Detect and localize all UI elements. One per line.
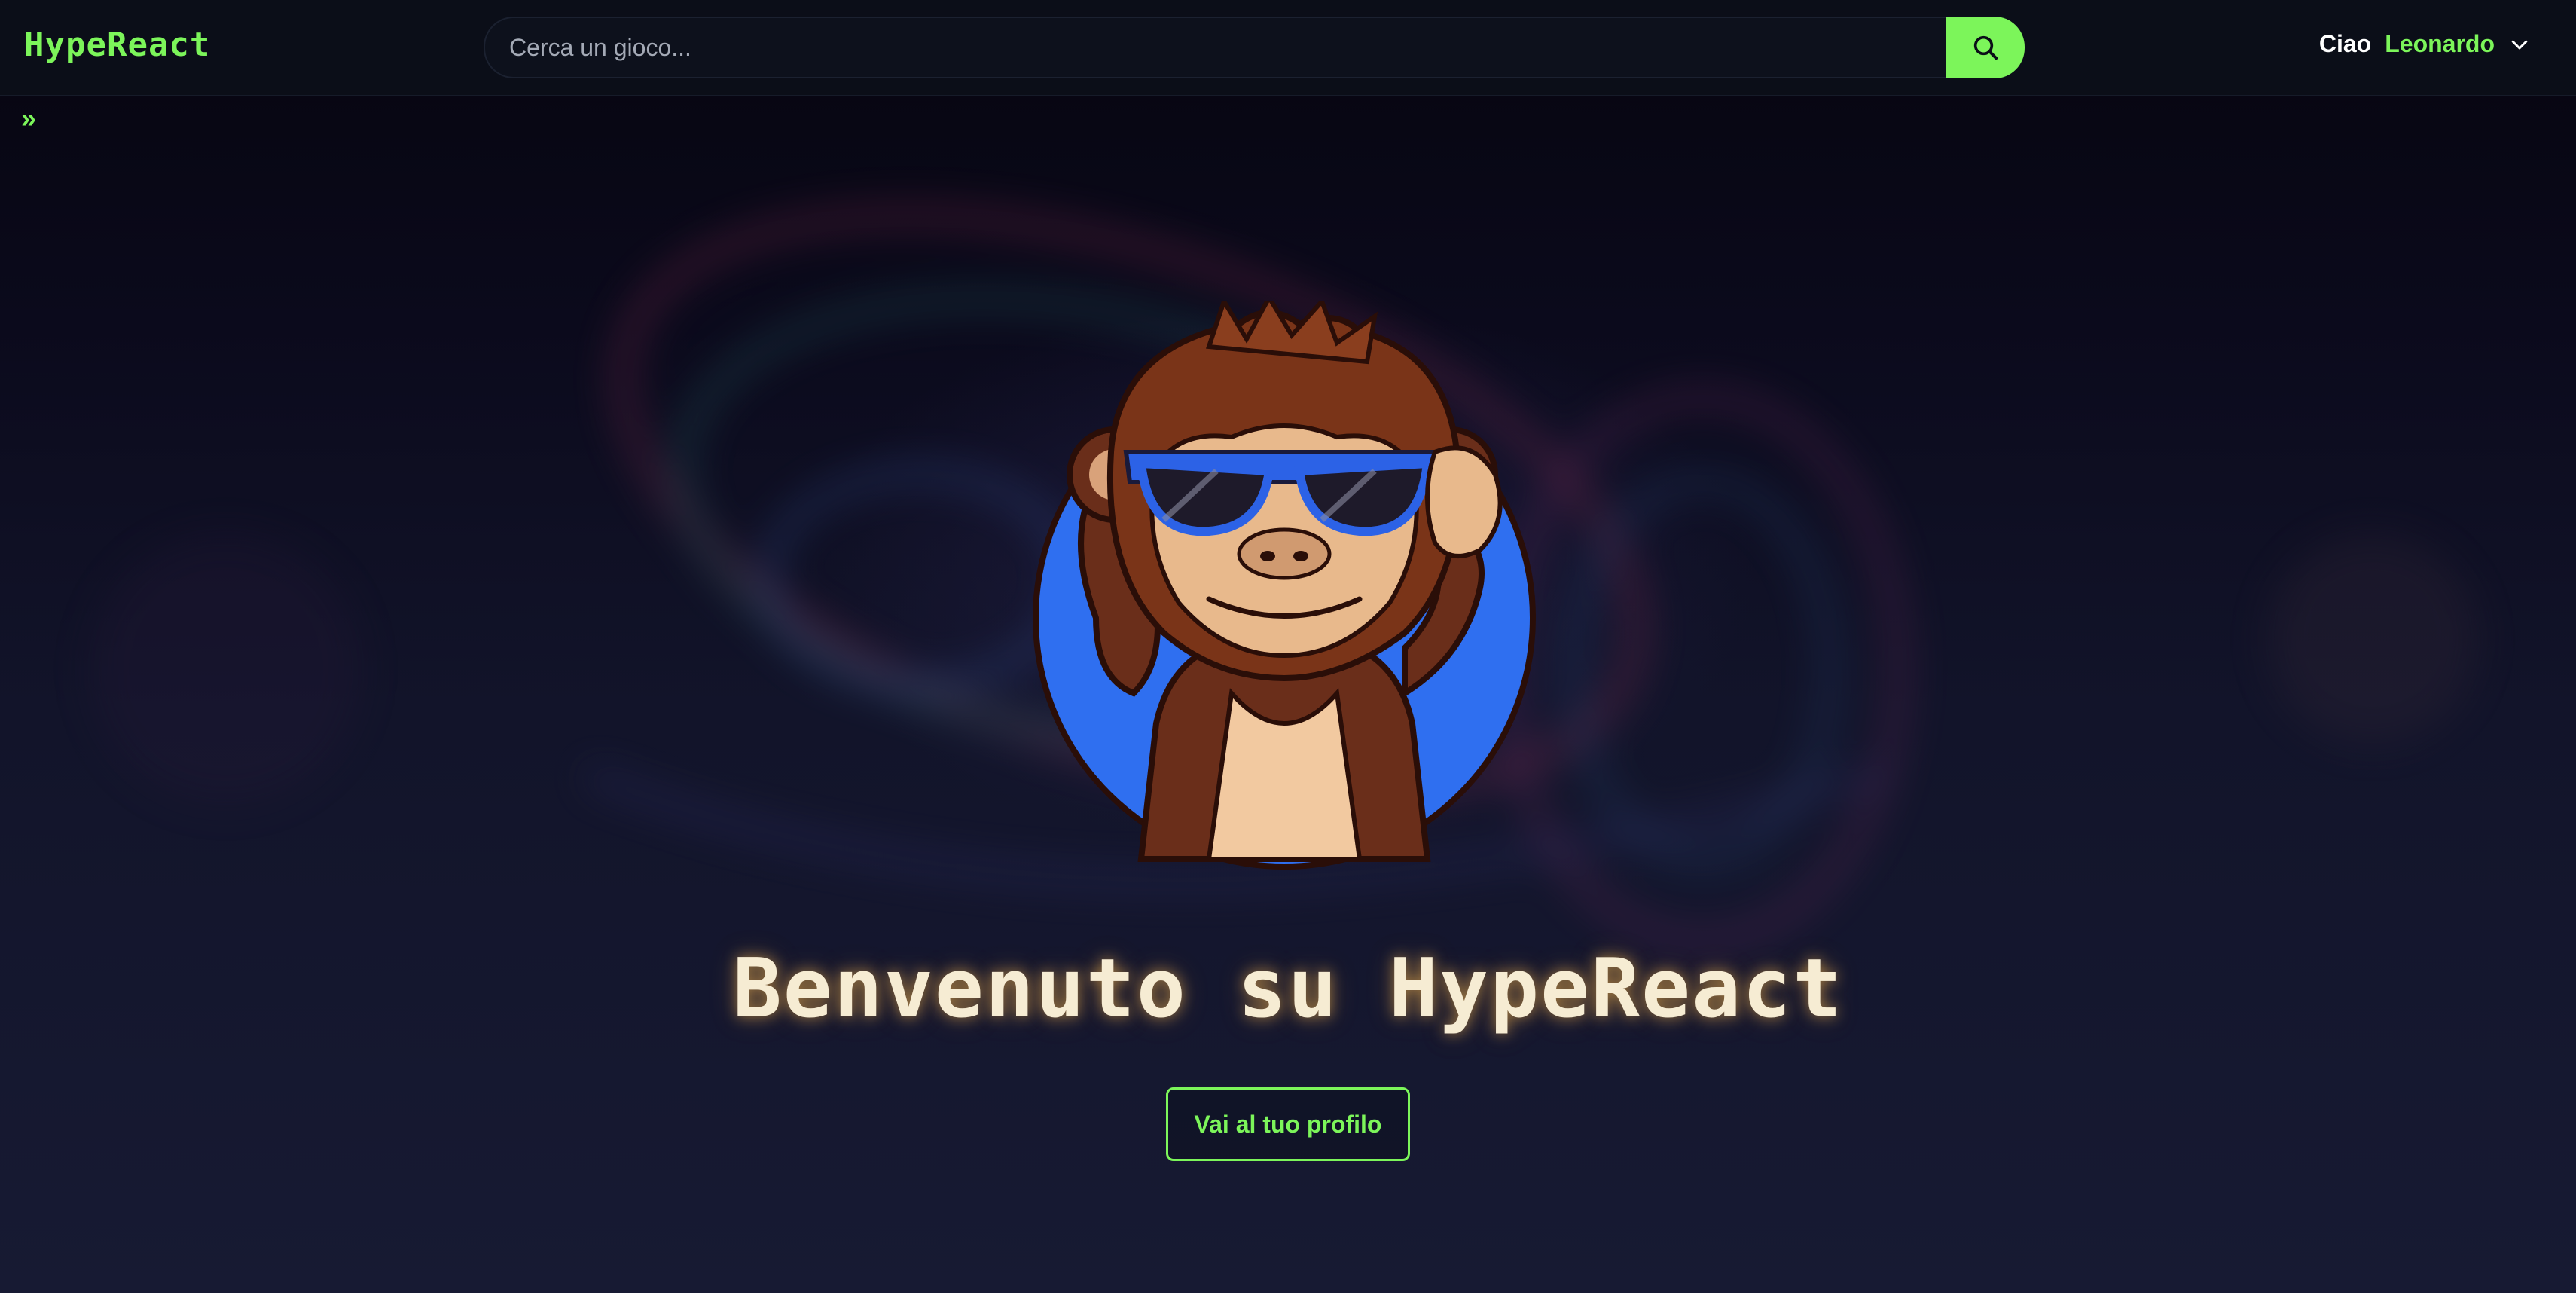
search-icon [1973, 35, 1998, 60]
chevron-down-icon [2511, 40, 2528, 49]
top-navbar: HypeReact Ciao Leonardo [0, 0, 2576, 96]
search-input[interactable] [484, 17, 1946, 78]
monkey-with-sunglasses-logo [1033, 301, 1536, 870]
user-menu[interactable]: Ciao Leonardo [2319, 30, 2531, 58]
greeting-label: Ciao [2318, 30, 2372, 57]
hero-title: Benvenuto su HypeReact [732, 942, 1844, 1036]
sidebar-toggle-button[interactable]: » [21, 102, 36, 134]
brand-logo[interactable]: HypeReact [24, 26, 210, 64]
go-to-profile-button[interactable]: Vai al tuo profilo [1166, 1087, 1410, 1161]
double-chevron-right-icon: » [21, 102, 37, 133]
search-bar [484, 17, 2025, 78]
page: HypeReact Ciao Leonardo » [0, 0, 2576, 1293]
search-button[interactable] [1946, 17, 2025, 78]
user-name: Leonardo [2385, 30, 2495, 57]
